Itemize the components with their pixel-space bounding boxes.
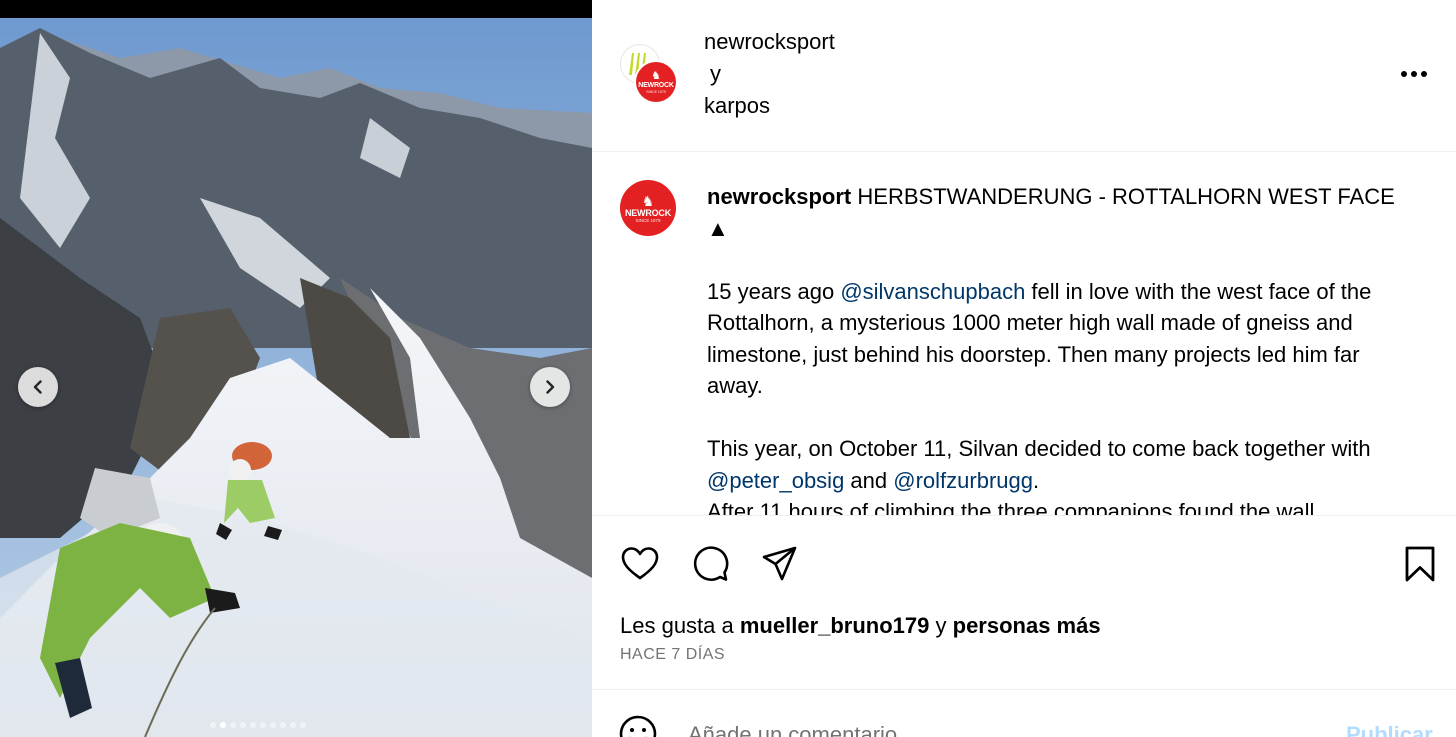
more-options-button[interactable] xyxy=(1398,58,1430,90)
post-details-panel: ♞ NEWROCK SINCE 1979 newrocksport y karp… xyxy=(592,0,1456,737)
chevron-left-icon xyxy=(33,380,42,394)
likes-middle: y xyxy=(929,613,953,638)
carousel-dot xyxy=(220,722,226,728)
post-photo[interactable] xyxy=(0,18,592,737)
carousel-dot xyxy=(240,722,246,728)
carousel-dot xyxy=(230,722,236,728)
comment-button[interactable] xyxy=(688,542,732,586)
newrocksport-avatar: ♞ NEWROCK SINCE 1979 xyxy=(634,60,678,104)
caption-text: newrocksport HERBSTWANDERUNG - ROTTALHOR… xyxy=(707,181,1417,515)
caption-section: ♞ NEWROCK SINCE 1979 newrocksport HERBST… xyxy=(592,153,1456,515)
post-media xyxy=(0,0,592,737)
likes-prefix: Les gusta a xyxy=(620,613,740,638)
heart-icon xyxy=(621,547,659,580)
like-button[interactable] xyxy=(618,542,662,586)
owner-conjunction: y xyxy=(710,61,721,86)
emoji-smiley-icon[interactable] xyxy=(618,714,658,737)
caption-p2-text-a: This year, on October 11, Silvan decided… xyxy=(707,436,1371,461)
caption-p2-and: and xyxy=(844,467,894,493)
owner-username-1[interactable]: newrocksport xyxy=(704,26,835,58)
carousel-dot xyxy=(210,722,216,728)
bookmark-icon xyxy=(1405,546,1435,582)
paper-plane-icon xyxy=(762,546,797,581)
newrock-logo: ♞ NEWROCK SINCE 1979 xyxy=(636,62,676,102)
mention-rolfzurbrugg[interactable]: @rolfzurbrugg xyxy=(893,468,1033,493)
share-button[interactable] xyxy=(758,542,802,586)
carousel-dot xyxy=(290,722,296,728)
carousel-dot xyxy=(280,722,286,728)
carousel-indicator xyxy=(210,722,306,728)
mention-peter-obsig[interactable]: @peter_obsig xyxy=(707,468,844,493)
carousel-dot xyxy=(260,722,266,728)
post-timestamp[interactable]: HACE 7 DÍAS xyxy=(620,646,725,664)
post-header: ♞ NEWROCK SINCE 1979 newrocksport y karp… xyxy=(592,0,1456,152)
newrock-logo-text: NEWROCK xyxy=(638,81,674,89)
save-button[interactable] xyxy=(1398,542,1442,586)
more-horizontal-icon xyxy=(1401,71,1427,77)
caption-author-avatar[interactable]: ♞ NEWROCK SINCE 1979 xyxy=(620,180,676,236)
chevron-right-icon xyxy=(546,380,555,394)
comment-bar: Publicar xyxy=(592,689,1456,737)
collab-avatars[interactable]: ♞ NEWROCK SINCE 1979 xyxy=(620,44,680,108)
newrock-logo-since: SINCE 1979 xyxy=(635,217,661,223)
publish-comment-button[interactable]: Publicar xyxy=(1346,722,1433,737)
caption-title: HERBSTWANDERUNG - ROTTALHORN WEST FACE xyxy=(857,184,1395,209)
carousel-next-button[interactable] xyxy=(530,367,570,407)
newrock-logo-since: SINCE 1979 xyxy=(646,89,666,94)
caption-p1-text-a: 15 years ago xyxy=(707,278,841,304)
post-owners: newrocksport y karpos xyxy=(704,26,835,122)
caption-p3: After 11 hours of climbing the three com… xyxy=(707,499,1315,515)
comment-icon xyxy=(693,546,729,581)
action-bar xyxy=(592,515,1456,615)
carousel-dot xyxy=(270,722,276,728)
owner-username-2[interactable]: karpos xyxy=(704,90,835,122)
caption-p2-text-b: . xyxy=(1032,467,1040,493)
caption-title-icon: ▲ xyxy=(707,215,729,241)
caption-username[interactable]: newrocksport xyxy=(707,184,851,209)
comment-input[interactable] xyxy=(688,720,1308,737)
likes-summary: Les gusta a mueller_bruno179 y personas … xyxy=(620,611,1101,641)
mention-silvanschupbach[interactable]: @silvanschupbach xyxy=(840,279,1025,304)
carousel-dot xyxy=(300,722,306,728)
carousel-prev-button[interactable] xyxy=(18,367,58,407)
carousel-dot xyxy=(250,722,256,728)
newrock-logo-text: NEWROCK xyxy=(624,207,672,218)
newrock-logo: ♞ NEWROCK SINCE 1979 xyxy=(620,180,676,236)
likes-others-link[interactable]: personas más xyxy=(953,613,1101,638)
likes-user-link[interactable]: mueller_bruno179 xyxy=(740,613,930,638)
